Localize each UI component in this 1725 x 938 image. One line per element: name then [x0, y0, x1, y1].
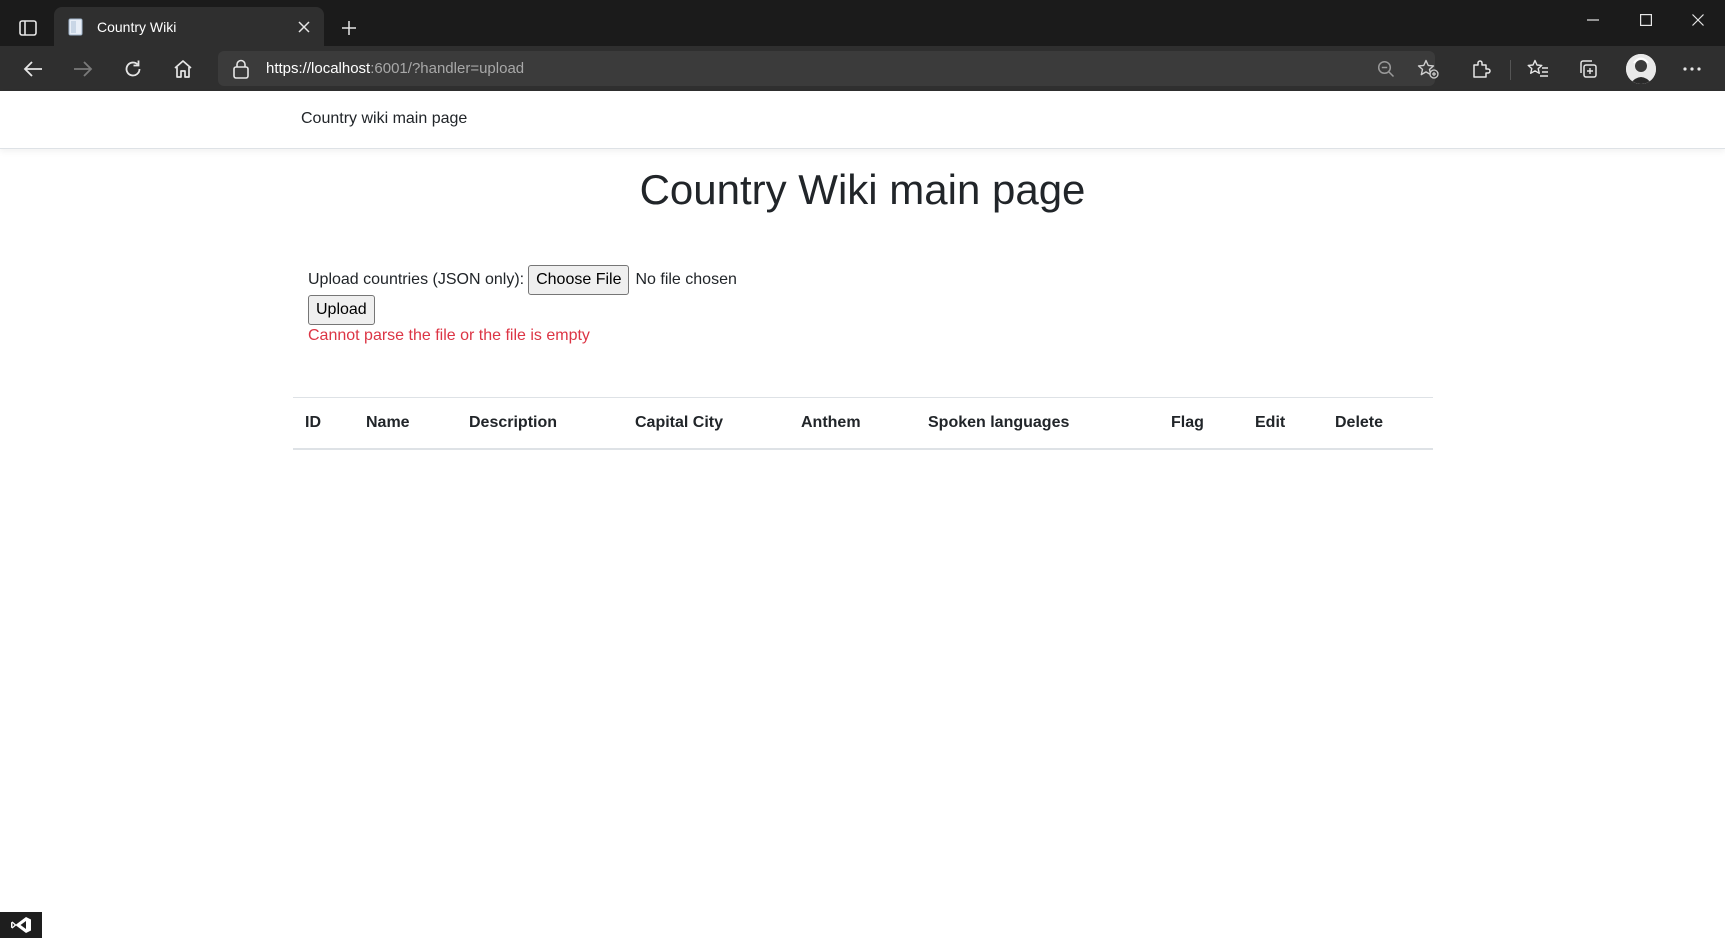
column-header-name: Name	[366, 413, 410, 431]
minimize-window-icon[interactable]	[1570, 4, 1616, 36]
maximize-window-icon[interactable]	[1623, 4, 1669, 36]
upload-button[interactable]: Upload	[308, 295, 375, 325]
upload-error-message: Cannot parse the file or the file is emp…	[308, 327, 590, 344]
countries-table-container: ID Name Description Capital City Anthem …	[293, 397, 1433, 450]
browser-titlebar: Country Wiki	[0, 0, 1725, 46]
column-header-capital-city: Capital City	[635, 413, 724, 431]
column-header-edit: Edit	[1255, 413, 1286, 431]
close-window-icon[interactable]	[1675, 4, 1721, 36]
extensions-icon[interactable]	[1464, 52, 1498, 86]
choose-file-button[interactable]: Choose File	[528, 265, 630, 295]
url-text[interactable]: https://localhost:6001/?handler=upload	[266, 60, 524, 77]
new-tab-icon[interactable]	[334, 14, 364, 42]
url-host: https://localhost	[266, 60, 371, 77]
column-header-flag: Flag	[1171, 413, 1204, 431]
visual-studio-icon	[0, 912, 42, 938]
page-favicon-icon	[67, 18, 84, 36]
browser-tab-active[interactable]: Country Wiki	[54, 7, 324, 46]
column-header-id: ID	[305, 413, 321, 431]
close-tab-icon[interactable]	[294, 17, 314, 37]
forward-icon[interactable]	[66, 52, 100, 86]
favorites-icon[interactable]	[1521, 52, 1555, 86]
add-favorite-icon[interactable]	[1415, 57, 1441, 81]
refresh-icon[interactable]	[116, 52, 150, 86]
column-header-spoken-languages: Spoken languages	[928, 413, 1070, 431]
collections-icon[interactable]	[1571, 52, 1605, 86]
upload-row: Upload countries (JSON only): Choose Fil…	[308, 265, 737, 295]
tab-actions-icon[interactable]	[14, 14, 42, 42]
url-path: :6001/?handler=upload	[370, 60, 525, 77]
address-bar[interactable]: https://localhost:6001/?handler=upload	[218, 51, 1439, 86]
file-status-text: No file chosen	[635, 271, 737, 288]
zoom-out-icon[interactable]	[1373, 57, 1399, 81]
home-icon[interactable]	[166, 52, 200, 86]
profile-avatar[interactable]	[1626, 54, 1656, 84]
tab-title: Country Wiki	[97, 19, 177, 35]
countries-table: ID Name Description Capital City Anthem …	[293, 397, 1433, 450]
table-header-row: ID Name Description Capital City Anthem …	[293, 397, 1433, 449]
column-header-anthem: Anthem	[801, 413, 861, 431]
column-header-delete: Delete	[1335, 413, 1384, 431]
back-icon[interactable]	[16, 52, 50, 86]
lock-icon[interactable]	[232, 59, 250, 79]
navbar-brand-link[interactable]: Country wiki main page	[301, 110, 467, 128]
column-header-description: Description	[469, 413, 558, 431]
toolbar-separator	[1510, 60, 1511, 80]
browser-toolbar: https://localhost:6001/?handler=upload	[0, 46, 1725, 91]
site-navbar: Country wiki main page	[0, 91, 1725, 149]
more-options-icon[interactable]	[1675, 52, 1709, 86]
upload-label: Upload countries (JSON only):	[308, 271, 525, 288]
page-title: Country Wiki main page	[639, 166, 1086, 213]
